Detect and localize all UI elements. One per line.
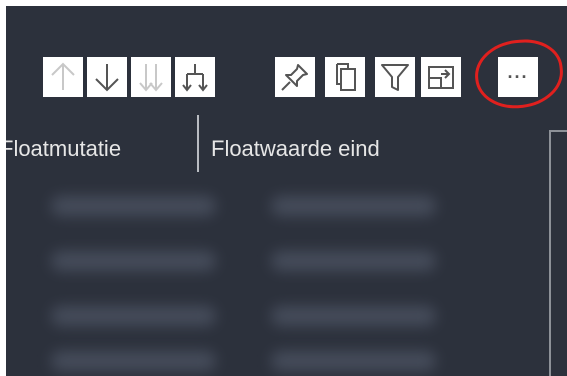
drill-down-button[interactable] (87, 57, 127, 97)
pin-visual-button[interactable] (275, 57, 315, 97)
arrow-down-icon (95, 64, 119, 92)
filter-icon (381, 64, 409, 91)
arrow-up-icon (51, 62, 75, 90)
column-header-floatmutatie[interactable]: Floatmutatie (6, 136, 121, 162)
hierarchy-expand-icon (182, 64, 208, 92)
column-header-floatwaarde-eind[interactable]: Floatwaarde eind (211, 136, 380, 162)
ellipsis-icon: ··· (507, 66, 529, 87)
blurred-cell (271, 306, 436, 326)
blurred-cell (51, 196, 216, 216)
table-visual: ··· Floatmutatie Floatwaarde eind (6, 6, 567, 376)
copy-icon (336, 63, 356, 91)
focus-mode-button[interactable] (421, 57, 461, 97)
blurred-cell (271, 251, 436, 271)
blurred-cell (271, 196, 436, 216)
expand-next-level-button[interactable] (175, 57, 215, 97)
focus-mode-icon (428, 66, 454, 89)
go-to-next-level-button[interactable] (131, 57, 171, 97)
copy-visual-button[interactable] (325, 57, 365, 97)
blurred-table-body (26, 191, 506, 376)
drill-up-button[interactable] (43, 57, 83, 97)
blurred-cell (51, 251, 216, 271)
scroll-frame (549, 130, 567, 376)
double-arrow-down-icon (139, 64, 163, 92)
pin-icon (281, 64, 308, 91)
filter-visual-button[interactable] (375, 57, 415, 97)
blurred-cell (271, 351, 436, 371)
more-options-button[interactable]: ··· (498, 57, 538, 97)
column-header-row: Floatmutatie Floatwaarde eind (6, 110, 567, 172)
blurred-cell (51, 351, 216, 371)
column-separator[interactable] (197, 115, 199, 172)
blurred-cell (51, 306, 216, 326)
